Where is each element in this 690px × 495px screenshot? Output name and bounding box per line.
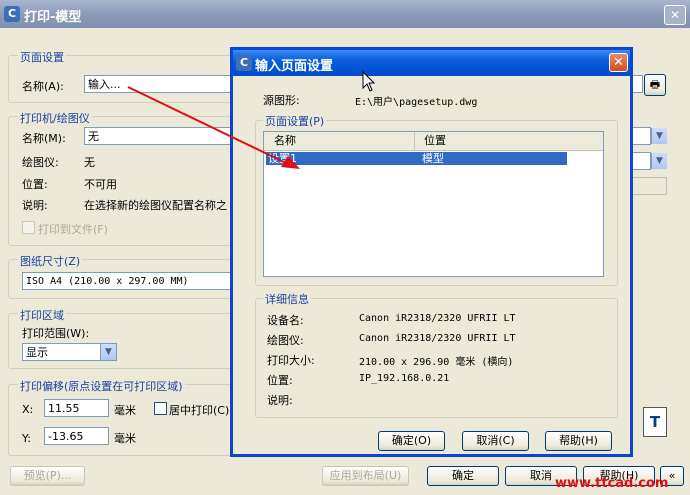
watermark: www.ttcad.com — [555, 476, 669, 491]
mouse-cursor-icon — [362, 71, 376, 92]
annotation-arrow — [127, 86, 300, 169]
arrow-line — [127, 86, 287, 164]
